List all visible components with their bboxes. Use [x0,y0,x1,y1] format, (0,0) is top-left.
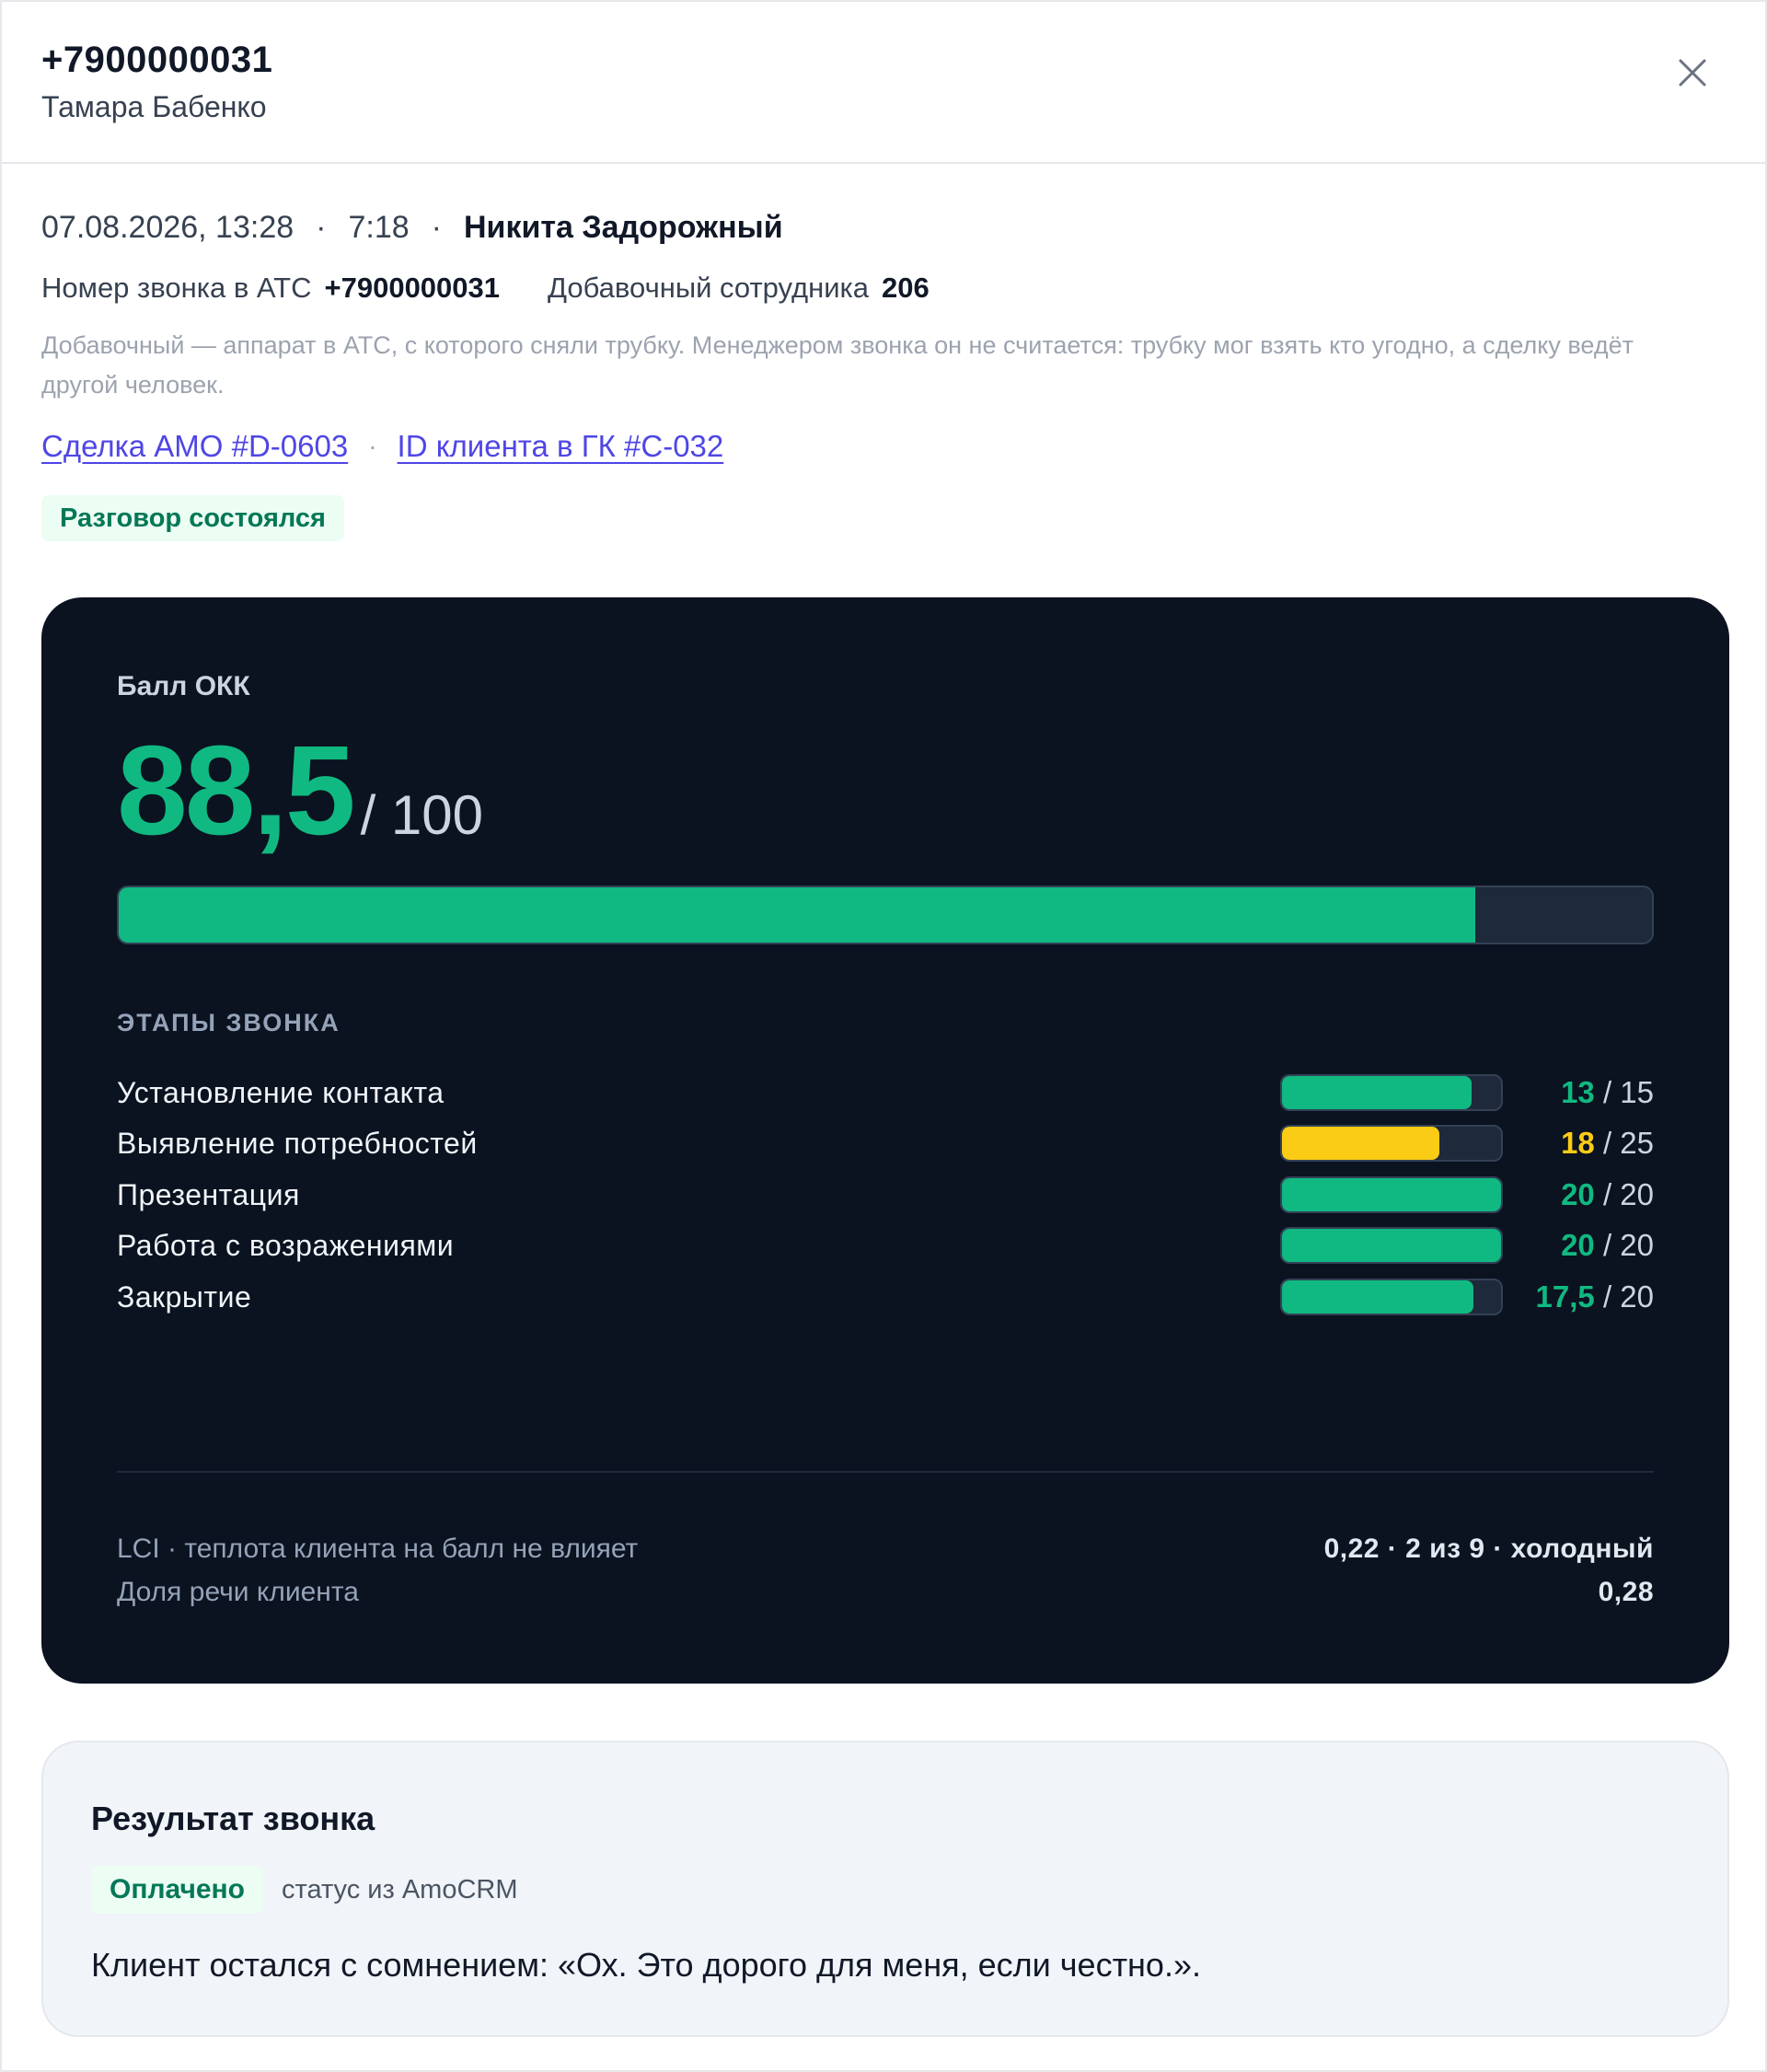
result-title: Результат звонка [91,1800,375,1837]
qc-score-card: Балл ОКК 88,5 / 100 ЭТАПЫ ЗВОНКА Установ… [41,597,1729,1684]
stage-progress-fill [1282,1076,1472,1109]
stages-title: ЭТАПЫ ЗВОНКА [117,1009,341,1036]
pbx-info: Номер звонка в АТС +7900000031 Добавочны… [41,269,1726,307]
stage-row: Презентация 20 / 20 [117,1175,1654,1215]
stage-score-got: 17,5 [1535,1279,1595,1314]
stage-score-max: / 20 [1594,1228,1654,1262]
stage-progress-fill [1282,1127,1440,1160]
stage-progress-fill [1282,1178,1501,1211]
call-result-card: Результат звонка Оплачено статус из AmoC… [41,1741,1729,2037]
stage-score-got: 18 [1561,1126,1595,1160]
extension-label: Добавочный сотрудника [548,272,870,304]
stage-progress-bar [1280,1125,1503,1162]
stage-progress-bar [1280,1176,1503,1213]
panel-header: +7900000031 Тамара Бабенко [2,2,1765,164]
score-label: Балл ОКК [117,671,250,701]
stage-row: Выявление потребностей 18 / 25 [117,1123,1654,1163]
lci-value: 0,22 · 2 из 9 · холодный [1323,1534,1654,1564]
separator: · [368,432,377,460]
extension-number: 206 [882,272,930,304]
stage-score-max: / 25 [1594,1126,1654,1160]
stage-progress-bar [1280,1227,1503,1264]
client-phone: +7900000031 [41,40,273,80]
close-icon [1679,59,1706,87]
stage-score-max: / 20 [1594,1279,1654,1314]
lci-label: LCI · теплота клиента на балл не влияет [117,1534,639,1564]
call-duration: 7:18 [348,210,410,245]
stage-score-got: 13 [1561,1075,1595,1109]
stage-label: Установление контакта [117,1076,445,1109]
separator: · [316,210,327,245]
stage-label: Закрытие [117,1280,252,1314]
pbx-number-label: Номер звонка в АТС [41,272,312,304]
stage-score-max: / 20 [1594,1177,1654,1211]
talk-share-value: 0,28 [1598,1577,1654,1607]
score-number: 88,5 [117,720,356,862]
close-button[interactable] [1677,57,1708,88]
stage-row: Установление контакта 13 / 15 [117,1072,1654,1113]
call-datetime: 07.08.2026, 13:28 [41,210,294,245]
client-id-link[interactable]: ID клиента в ГК #C-032 [398,425,724,468]
stage-progress-fill [1282,1229,1501,1262]
score-progress-fill [119,887,1476,943]
extension-hint: Добавочный — аппарат в АТС, с которого с… [41,331,1634,399]
call-manager: Никита Задорожный [464,210,783,245]
stage-score-got: 20 [1561,1177,1595,1211]
call-details-panel: +7900000031 Тамара Бабенко 07.08.2026, 1… [0,0,1767,2072]
score-value: 88,5 / 100 [117,722,483,860]
stage-score-got: 20 [1561,1228,1595,1262]
pbx-number: +7900000031 [324,272,501,304]
stage-row: Закрытие 17,5 / 20 [117,1277,1654,1317]
stage-progress-bar [1280,1279,1503,1315]
status-source: статус из AmoCRM [282,1874,518,1904]
stage-label: Работа с возражениями [117,1229,455,1262]
stage-score: 13 / 15 [1561,1072,1654,1113]
stage-score: 20 / 20 [1561,1175,1654,1215]
stage-label: Выявление потребностей [117,1127,478,1160]
score-progress-bar [117,886,1654,944]
call-info: 07.08.2026, 13:28 · 7:18 · Никита Задоро… [2,164,1765,541]
divider [117,1471,1654,1473]
crm-links: Сделка АМО #D-0603 · ID клиента в ГК #C-… [41,425,1726,468]
stage-progress-fill [1282,1280,1474,1314]
talk-share-label: Доля речи клиента [117,1577,359,1607]
stage-progress-bar [1280,1074,1503,1111]
client-name: Тамара Бабенко [41,90,267,123]
stage-score-max: / 15 [1594,1075,1654,1109]
deal-link[interactable]: Сделка АМО #D-0603 [41,425,348,468]
result-text: Клиент остался с сомнением: «Ох. Это дор… [91,1946,1201,1984]
stage-row: Работа с возражениями 20 / 20 [117,1225,1654,1266]
stage-score: 17,5 / 20 [1536,1277,1654,1317]
score-max: / 100 [360,784,484,846]
call-status-badge: Разговор состоялся [41,495,344,541]
stage-label: Презентация [117,1178,300,1211]
separator: · [431,210,442,245]
paid-badge: Оплачено [91,1866,263,1914]
call-meta: 07.08.2026, 13:28 · 7:18 · Никита Задоро… [41,206,1726,249]
talk-share-row: Доля речи клиента 0,28 [117,1573,1654,1612]
stage-score: 18 / 25 [1561,1123,1654,1163]
result-status: Оплачено статус из AmoCRM [91,1866,518,1914]
lci-row: LCI · теплота клиента на балл не влияет … [117,1530,1654,1568]
stage-score: 20 / 20 [1561,1225,1654,1266]
